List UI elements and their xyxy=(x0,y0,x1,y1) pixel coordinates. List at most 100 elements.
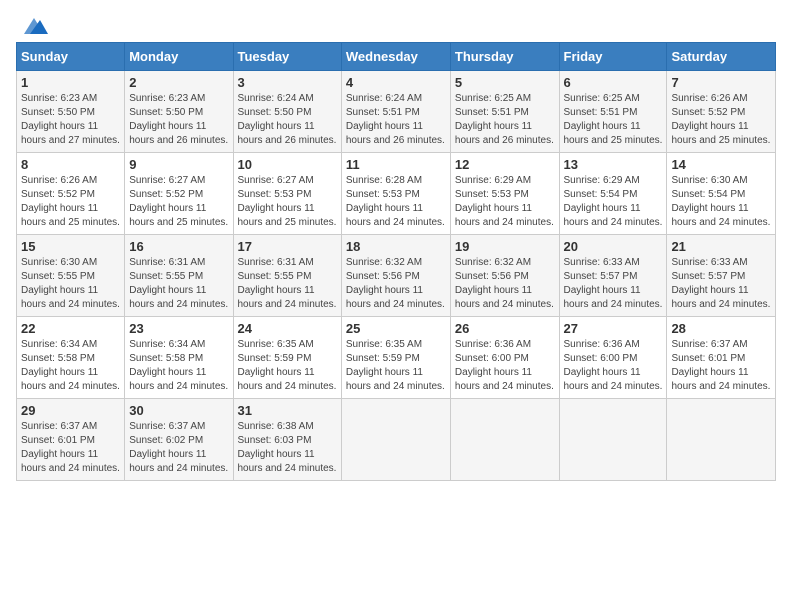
day-info: Sunrise: 6:28 AMSunset: 5:53 PMDaylight … xyxy=(346,174,446,230)
calendar-week-row: 1 Sunrise: 6:23 AMSunset: 5:50 PMDaylight… xyxy=(17,71,776,153)
calendar-day-cell xyxy=(559,399,667,481)
day-info: Sunrise: 6:36 AMSunset: 6:00 PMDaylight … xyxy=(564,338,663,394)
day-number: 9 xyxy=(129,157,228,172)
day-number: 31 xyxy=(238,403,337,418)
day-number: 7 xyxy=(671,75,771,90)
calendar-day-cell: 5 Sunrise: 6:25 AMSunset: 5:51 PMDaylight… xyxy=(450,71,559,153)
day-number: 13 xyxy=(564,157,663,172)
day-number: 21 xyxy=(671,239,771,254)
calendar-day-cell: 16 Sunrise: 6:31 AMSunset: 5:55 PMDayligh… xyxy=(125,235,233,317)
day-number: 2 xyxy=(129,75,228,90)
calendar-day-cell: 15 Sunrise: 6:30 AMSunset: 5:55 PMDayligh… xyxy=(17,235,125,317)
calendar-day-cell: 12 Sunrise: 6:29 AMSunset: 5:53 PMDayligh… xyxy=(450,153,559,235)
day-number: 22 xyxy=(21,321,120,336)
day-info: Sunrise: 6:31 AMSunset: 5:55 PMDaylight … xyxy=(238,256,337,312)
day-number: 1 xyxy=(21,75,120,90)
day-info: Sunrise: 6:32 AMSunset: 5:56 PMDaylight … xyxy=(455,256,555,312)
calendar-day-cell: 22Sunrise: 6:34 AMSunset: 5:58 PMDayligh… xyxy=(17,317,125,399)
day-number: 4 xyxy=(346,75,446,90)
calendar-day-cell: 21 Sunrise: 6:33 AMSunset: 5:57 PMDayligh… xyxy=(667,235,776,317)
day-number: 5 xyxy=(455,75,555,90)
day-info: Sunrise: 6:34 AMSunset: 5:58 PMDaylight … xyxy=(129,338,228,394)
day-info: Sunrise: 6:27 AMSunset: 5:53 PMDaylight … xyxy=(238,174,337,230)
calendar-day-cell: 20 Sunrise: 6:33 AMSunset: 5:57 PMDayligh… xyxy=(559,235,667,317)
day-number: 28 xyxy=(671,321,771,336)
day-number: 15 xyxy=(21,239,120,254)
day-info: Sunrise: 6:31 AMSunset: 5:55 PMDaylight … xyxy=(129,256,228,312)
day-number: 11 xyxy=(346,157,446,172)
calendar-day-cell: 4 Sunrise: 6:24 AMSunset: 5:51 PMDaylight… xyxy=(341,71,450,153)
day-info: Sunrise: 6:24 AMSunset: 5:50 PMDaylight … xyxy=(238,92,337,148)
calendar-week-row: 15 Sunrise: 6:30 AMSunset: 5:55 PMDayligh… xyxy=(17,235,776,317)
day-of-week-header: Tuesday xyxy=(233,43,341,71)
calendar-day-cell: 1 Sunrise: 6:23 AMSunset: 5:50 PMDaylight… xyxy=(17,71,125,153)
day-info: Sunrise: 6:25 AMSunset: 5:51 PMDaylight … xyxy=(564,92,663,148)
day-info: Sunrise: 6:37 AMSunset: 6:02 PMDaylight … xyxy=(129,420,228,476)
day-info: Sunrise: 6:30 AMSunset: 5:55 PMDaylight … xyxy=(21,256,120,312)
calendar-day-cell: 6Sunrise: 6:25 AMSunset: 5:51 PMDaylight… xyxy=(559,71,667,153)
day-of-week-header: Monday xyxy=(125,43,233,71)
day-info: Sunrise: 6:23 AMSunset: 5:50 PMDaylight … xyxy=(21,92,120,148)
logo xyxy=(16,16,48,34)
calendar-header-row: SundayMondayTuesdayWednesdayThursdayFrid… xyxy=(17,43,776,71)
day-of-week-header: Wednesday xyxy=(341,43,450,71)
calendar-table: SundayMondayTuesdayWednesdayThursdayFrid… xyxy=(16,42,776,481)
day-number: 26 xyxy=(455,321,555,336)
day-number: 19 xyxy=(455,239,555,254)
day-info: Sunrise: 6:38 AMSunset: 6:03 PMDaylight … xyxy=(238,420,337,476)
day-info: Sunrise: 6:29 AMSunset: 5:54 PMDaylight … xyxy=(564,174,663,230)
day-info: Sunrise: 6:35 AMSunset: 5:59 PMDaylight … xyxy=(238,338,337,394)
day-of-week-header: Thursday xyxy=(450,43,559,71)
day-info: Sunrise: 6:29 AMSunset: 5:53 PMDaylight … xyxy=(455,174,555,230)
day-number: 3 xyxy=(238,75,337,90)
calendar-day-cell: 25 Sunrise: 6:35 AMSunset: 5:59 PMDayligh… xyxy=(341,317,450,399)
day-info: Sunrise: 6:37 AMSunset: 6:01 PMDaylight … xyxy=(671,338,771,394)
day-info: Sunrise: 6:37 AMSunset: 6:01 PMDaylight … xyxy=(21,420,120,476)
day-info: Sunrise: 6:30 AMSunset: 5:54 PMDaylight … xyxy=(671,174,771,230)
day-info: Sunrise: 6:26 AMSunset: 5:52 PMDaylight … xyxy=(671,92,771,148)
day-number: 20 xyxy=(564,239,663,254)
day-info: Sunrise: 6:33 AMSunset: 5:57 PMDaylight … xyxy=(671,256,771,312)
day-info: Sunrise: 6:27 AMSunset: 5:52 PMDaylight … xyxy=(129,174,228,230)
calendar-day-cell: 2 Sunrise: 6:23 AMSunset: 5:50 PMDaylight… xyxy=(125,71,233,153)
day-of-week-header: Friday xyxy=(559,43,667,71)
day-of-week-header: Sunday xyxy=(17,43,125,71)
day-number: 16 xyxy=(129,239,228,254)
day-info: Sunrise: 6:32 AMSunset: 5:56 PMDaylight … xyxy=(346,256,446,312)
calendar-day-cell: 9 Sunrise: 6:27 AMSunset: 5:52 PMDaylight… xyxy=(125,153,233,235)
calendar-day-cell: 27 Sunrise: 6:36 AMSunset: 6:00 PMDayligh… xyxy=(559,317,667,399)
calendar-week-row: 8 Sunrise: 6:26 AMSunset: 5:52 PMDaylight… xyxy=(17,153,776,235)
day-info: Sunrise: 6:35 AMSunset: 5:59 PMDaylight … xyxy=(346,338,446,394)
calendar-week-row: 29Sunrise: 6:37 AMSunset: 6:01 PMDayligh… xyxy=(17,399,776,481)
day-info: Sunrise: 6:25 AMSunset: 5:51 PMDaylight … xyxy=(455,92,555,148)
calendar-day-cell: 26 Sunrise: 6:36 AMSunset: 6:00 PMDayligh… xyxy=(450,317,559,399)
calendar-day-cell: 19 Sunrise: 6:32 AMSunset: 5:56 PMDayligh… xyxy=(450,235,559,317)
day-number: 18 xyxy=(346,239,446,254)
day-info: Sunrise: 6:36 AMSunset: 6:00 PMDaylight … xyxy=(455,338,555,394)
calendar-day-cell xyxy=(450,399,559,481)
calendar-day-cell xyxy=(667,399,776,481)
calendar-day-cell: 3 Sunrise: 6:24 AMSunset: 5:50 PMDaylight… xyxy=(233,71,341,153)
day-number: 14 xyxy=(671,157,771,172)
day-number: 23 xyxy=(129,321,228,336)
day-number: 12 xyxy=(455,157,555,172)
day-number: 8 xyxy=(21,157,120,172)
day-info: Sunrise: 6:26 AMSunset: 5:52 PMDaylight … xyxy=(21,174,120,230)
calendar-day-cell: 31 Sunrise: 6:38 AMSunset: 6:03 PMDayligh… xyxy=(233,399,341,481)
calendar-day-cell: 24 Sunrise: 6:35 AMSunset: 5:59 PMDayligh… xyxy=(233,317,341,399)
calendar-day-cell: 18 Sunrise: 6:32 AMSunset: 5:56 PMDayligh… xyxy=(341,235,450,317)
day-number: 27 xyxy=(564,321,663,336)
day-number: 17 xyxy=(238,239,337,254)
day-info: Sunrise: 6:23 AMSunset: 5:50 PMDaylight … xyxy=(129,92,228,148)
calendar-day-cell: 30Sunrise: 6:37 AMSunset: 6:02 PMDayligh… xyxy=(125,399,233,481)
day-info: Sunrise: 6:24 AMSunset: 5:51 PMDaylight … xyxy=(346,92,446,148)
calendar-day-cell: 23 Sunrise: 6:34 AMSunset: 5:58 PMDayligh… xyxy=(125,317,233,399)
page-header xyxy=(16,16,776,34)
day-number: 24 xyxy=(238,321,337,336)
day-number: 25 xyxy=(346,321,446,336)
calendar-day-cell: 14 Sunrise: 6:30 AMSunset: 5:54 PMDayligh… xyxy=(667,153,776,235)
calendar-day-cell: 7 Sunrise: 6:26 AMSunset: 5:52 PMDaylight… xyxy=(667,71,776,153)
calendar-day-cell: 29Sunrise: 6:37 AMSunset: 6:01 PMDayligh… xyxy=(17,399,125,481)
day-info: Sunrise: 6:33 AMSunset: 5:57 PMDaylight … xyxy=(564,256,663,312)
calendar-day-cell: 17 Sunrise: 6:31 AMSunset: 5:55 PMDayligh… xyxy=(233,235,341,317)
